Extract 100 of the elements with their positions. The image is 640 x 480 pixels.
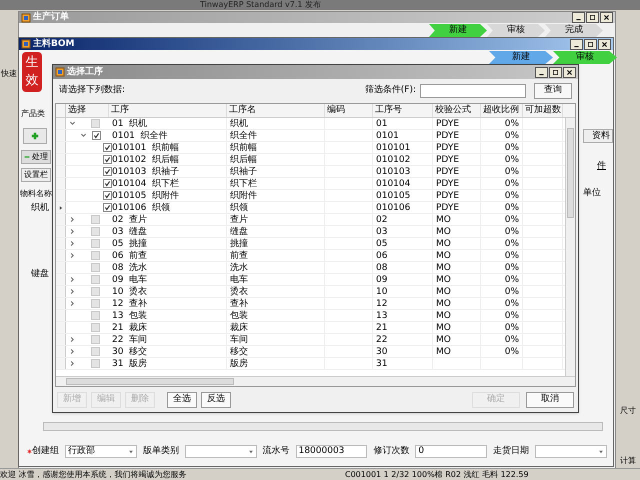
input-field[interactable]: 0 bbox=[415, 445, 488, 458]
minimize-button[interactable] bbox=[535, 66, 548, 78]
close-button[interactable] bbox=[600, 12, 613, 23]
tree-item[interactable]: 键盘 bbox=[31, 268, 49, 282]
table-cell: 织下栏 bbox=[227, 178, 325, 189]
dropdown-field[interactable] bbox=[535, 445, 607, 458]
table-cell: 织前幅 bbox=[227, 142, 325, 153]
checkbox[interactable] bbox=[91, 119, 100, 128]
horizontal-scrollbar[interactable] bbox=[43, 422, 603, 431]
caret-icon bbox=[128, 448, 134, 455]
table-row[interactable]: 05 挑撞 挑撞 05 MO 0% bbox=[56, 238, 565, 250]
table-row[interactable]: 010106 织领 织领 010106 PDYE 0% bbox=[56, 202, 565, 214]
table-row[interactable]: 31 版房 版房 31 bbox=[56, 358, 565, 370]
column-header[interactable]: 编码 bbox=[325, 104, 373, 117]
column-header[interactable]: 选择 bbox=[66, 104, 109, 117]
checkbox[interactable] bbox=[91, 359, 100, 368]
status-step[interactable]: 审核 bbox=[487, 24, 545, 37]
checkbox[interactable] bbox=[91, 215, 100, 224]
table-cell: 31 版房 bbox=[109, 358, 227, 369]
scrollbar-thumb[interactable] bbox=[567, 128, 574, 218]
status-step[interactable]: 新建 bbox=[429, 24, 487, 37]
status-step[interactable]: 审核 bbox=[553, 51, 617, 64]
checkbox[interactable] bbox=[91, 275, 100, 284]
table-row[interactable]: 12 查补 查补 12 MO 0% bbox=[56, 298, 565, 310]
checkbox[interactable] bbox=[103, 143, 112, 152]
table-cell: 电车 bbox=[227, 274, 325, 285]
table-cell: MO bbox=[433, 238, 481, 249]
table-row[interactable]: 21 裁床 裁床 21 MO 0% bbox=[56, 322, 565, 334]
status-step[interactable]: 新建 bbox=[489, 51, 553, 64]
table-row[interactable]: 09 电车 电车 09 MO 0% bbox=[56, 274, 565, 286]
close-button[interactable] bbox=[598, 38, 611, 50]
status-step[interactable]: 完成 bbox=[545, 24, 603, 37]
checkbox[interactable] bbox=[91, 335, 100, 344]
checkbox[interactable] bbox=[91, 299, 100, 308]
checkbox[interactable] bbox=[91, 311, 100, 320]
checkbox[interactable] bbox=[92, 131, 101, 140]
dialog-button[interactable]: 全选 bbox=[167, 392, 197, 408]
add-button[interactable] bbox=[23, 128, 47, 144]
settings-button[interactable]: 设置栏 bbox=[21, 168, 51, 182]
table-cell: 0% bbox=[481, 322, 523, 333]
table-row[interactable]: 08 洗水 洗水 08 MO 0% bbox=[56, 262, 565, 274]
checkbox[interactable] bbox=[91, 227, 100, 236]
table-row[interactable]: 010104 织下栏 织下栏 010104 PDYE 0% bbox=[56, 178, 565, 190]
tree-item[interactable]: 织机 bbox=[31, 202, 49, 216]
column-header[interactable]: 校验公式 bbox=[433, 104, 481, 117]
checkbox[interactable] bbox=[91, 287, 100, 296]
close-button[interactable] bbox=[563, 66, 576, 78]
input-field[interactable]: 18000003 bbox=[296, 445, 368, 458]
dropdown-field[interactable]: 行政部 bbox=[65, 445, 137, 458]
column-header[interactable]: 超收比例 bbox=[481, 104, 523, 117]
table-row[interactable]: 02 查片 查片 02 MO 0% bbox=[56, 214, 565, 226]
table-row[interactable]: 010101 织前幅 织前幅 010101 PDYE 0% bbox=[56, 142, 565, 154]
table-row[interactable]: 10 烫衣 烫衣 10 MO 0% bbox=[56, 286, 565, 298]
minimize-button[interactable] bbox=[570, 38, 583, 50]
table-row[interactable]: 30 移交 移交 30 MO 0% bbox=[56, 346, 565, 358]
column-header[interactable]: 工序号 bbox=[373, 104, 433, 117]
horizontal-scrollbar[interactable] bbox=[56, 376, 575, 386]
maximize-button[interactable] bbox=[584, 38, 597, 50]
checkbox[interactable] bbox=[103, 167, 112, 176]
scrollbar-thumb[interactable] bbox=[66, 378, 234, 385]
maximize-button[interactable] bbox=[586, 12, 599, 23]
query-button[interactable]: 查询 bbox=[534, 83, 572, 99]
table-cell: MO bbox=[433, 310, 481, 321]
table-cell: MO bbox=[433, 298, 481, 309]
table-row[interactable]: 010105 织附件 织附件 010105 PDYE 0% bbox=[56, 190, 565, 202]
table-cell: 0101 bbox=[373, 130, 433, 141]
table-row[interactable]: 06 前查 前查 06 MO 0% bbox=[56, 250, 565, 262]
table-cell: 06 bbox=[373, 250, 433, 261]
column-header[interactable]: 可加超数 bbox=[523, 104, 563, 117]
dropdown-field[interactable] bbox=[184, 445, 257, 458]
table-row[interactable]: 13 包装 包装 13 MO 0% bbox=[56, 310, 565, 322]
column-header[interactable]: 工序 bbox=[109, 104, 227, 117]
minimize-button[interactable] bbox=[572, 12, 585, 23]
checkbox[interactable] bbox=[103, 155, 112, 164]
dialog-button[interactable]: 取消 bbox=[526, 392, 574, 408]
filter-field[interactable] bbox=[420, 84, 526, 98]
checkbox[interactable] bbox=[91, 251, 100, 260]
table-row[interactable]: 01 织机 织机 01 PDYE 0% bbox=[56, 118, 565, 130]
table-row[interactable]: 03 缝盘 缝盘 03 MO 0% bbox=[56, 226, 565, 238]
table-row[interactable]: 22 车间 车间 22 MO 0% bbox=[56, 334, 565, 346]
dialog-button[interactable]: 反选 bbox=[201, 392, 231, 408]
table-cell: 010105 织附件 bbox=[109, 190, 227, 201]
vertical-scrollbar[interactable] bbox=[565, 118, 575, 376]
checkbox[interactable] bbox=[103, 179, 112, 188]
table-row[interactable]: 0101 织全件 织全件 0101 PDYE 0% bbox=[56, 130, 565, 142]
checkbox[interactable] bbox=[91, 263, 100, 272]
checkbox[interactable] bbox=[91, 239, 100, 248]
data-button[interactable]: 资料 bbox=[583, 129, 613, 143]
table-cell: 06 前查 bbox=[109, 250, 227, 261]
panel-tab[interactable]: 件 bbox=[597, 160, 606, 174]
checkbox[interactable] bbox=[91, 323, 100, 332]
maximize-button[interactable] bbox=[549, 66, 562, 78]
table-cell: MO bbox=[433, 346, 481, 357]
checkbox[interactable] bbox=[91, 347, 100, 356]
panel-tab[interactable]: 处理 bbox=[21, 150, 51, 164]
table-row[interactable]: 010103 织袖子 织袖子 010103 PDYE 0% bbox=[56, 166, 565, 178]
checkbox[interactable] bbox=[103, 203, 112, 212]
table-row[interactable]: 010102 织后幅 织后幅 010102 PDYE 0% bbox=[56, 154, 565, 166]
checkbox[interactable] bbox=[103, 191, 112, 200]
column-header[interactable]: 工序名 bbox=[227, 104, 325, 117]
